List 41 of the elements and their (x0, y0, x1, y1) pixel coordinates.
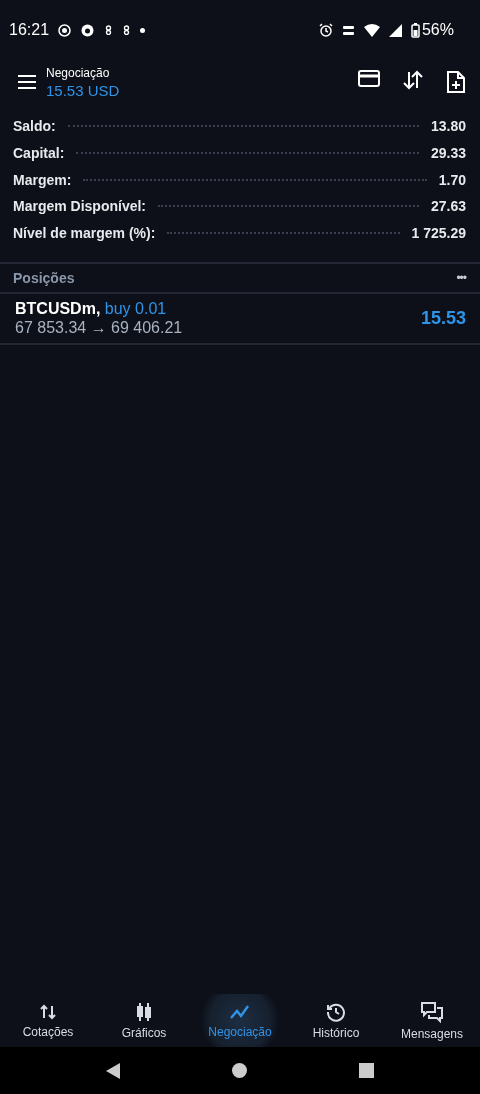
nav-tab[interactable]: Histórico (288, 994, 384, 1047)
balance-amount: 15.53 USD (46, 81, 121, 99)
summary-value: 1 725.29 (411, 225, 466, 242)
target-icon (58, 23, 72, 37)
screen-title: Negociação (46, 65, 111, 80)
position-symbol: BTCUSDm, (15, 300, 101, 317)
summary-label: Margem Disponível: (13, 198, 147, 215)
summary-label: Nível de margem (%): (13, 225, 156, 242)
summary-label: Margem: (13, 171, 72, 188)
battery-percent: 56% (421, 21, 454, 39)
summary-label: Saldo: (13, 118, 56, 134)
alarm-icon (318, 23, 333, 37)
section-title: Posições (13, 270, 75, 286)
nav-tab[interactable]: Mensagens (384, 994, 480, 1047)
status-time: 16:21 (9, 21, 50, 39)
position-side: buy 0.01 (104, 300, 167, 317)
sort-arrows-icon (39, 1002, 57, 1021)
chat-bubbles-icon (420, 1000, 444, 1023)
signal-icon (388, 23, 402, 37)
app-notification-icon (122, 25, 132, 35)
history-clock-icon (326, 1001, 346, 1022)
wifi-icon (363, 23, 380, 37)
summary-label: Capital: (13, 144, 65, 161)
summary-value: 27.63 (430, 198, 466, 215)
app-notification-icon (104, 25, 114, 35)
more-button[interactable]: ••• (456, 271, 466, 285)
home-icon[interactable] (232, 1063, 247, 1078)
new-document-icon[interactable] (446, 70, 466, 94)
app-notification-icon (80, 23, 96, 37)
nav-tab[interactable]: Cotações (0, 994, 96, 1047)
position-prices: 67 853.34 → 69 406.21 (15, 319, 183, 337)
nav-tab[interactable]: Gráficos (96, 994, 192, 1047)
dot-icon (140, 27, 146, 33)
candlestick-icon (135, 1001, 153, 1022)
summary-value: 13.80 (430, 118, 466, 134)
summary-value: 1.70 (438, 171, 466, 188)
menu-icon[interactable] (18, 75, 36, 89)
battery-icon (410, 22, 420, 38)
position-profit: 15.53 (420, 308, 466, 329)
summary-value: 29.33 (430, 144, 466, 161)
back-icon[interactable] (106, 1062, 120, 1079)
